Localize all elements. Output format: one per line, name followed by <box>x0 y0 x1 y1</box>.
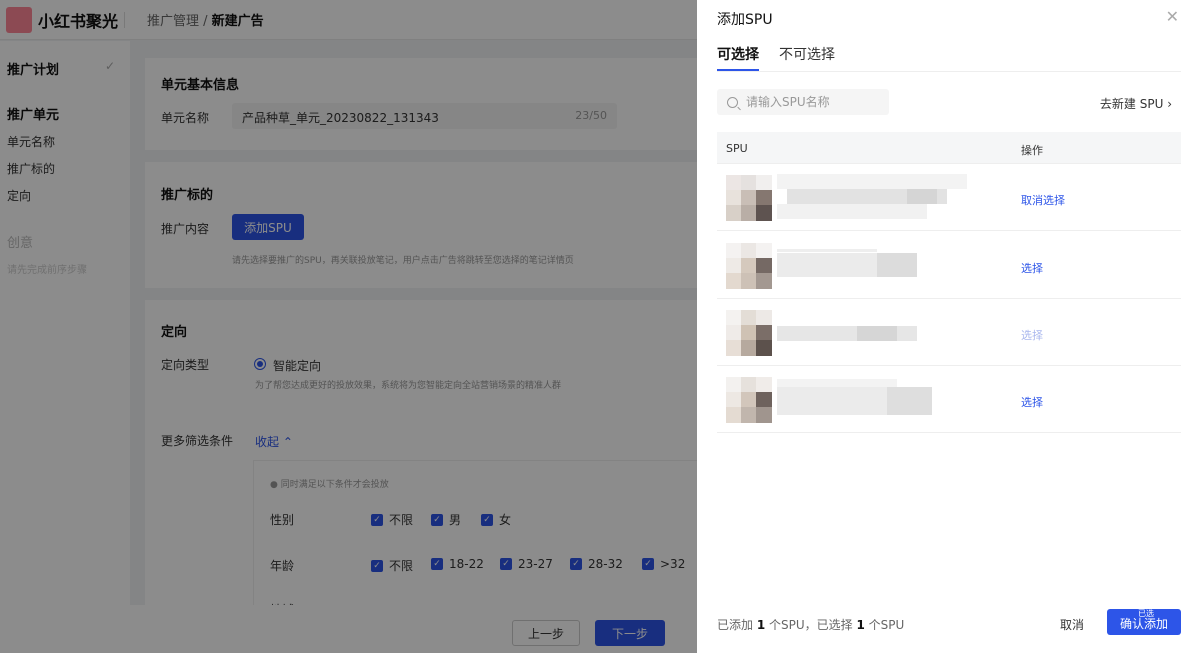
close-icon[interactable]: ✕ <box>1166 7 1179 26</box>
divider <box>717 71 1181 72</box>
add-spu-drawer: 添加SPU ✕ 可选择 不可选择 去新建 SPU › SPU 操作 取消选择 <box>697 0 1191 653</box>
selected-count: 1 <box>856 618 865 632</box>
product-thumbnail <box>726 310 772 356</box>
column-header-action: 操作 <box>1021 144 1043 157</box>
product-thumbnail <box>726 377 772 423</box>
modal-mask[interactable] <box>0 0 697 653</box>
column-header-spu: SPU <box>726 142 748 155</box>
row-action-button[interactable]: 取消选择 <box>1021 192 1065 208</box>
tab-unselectable[interactable]: 不可选择 <box>779 44 835 71</box>
row-action-button[interactable]: 选择 <box>1021 394 1043 410</box>
table-row: 取消选择 <box>717 164 1181 231</box>
search-icon <box>727 96 738 108</box>
summary-text: 个SPU <box>864 618 905 632</box>
create-spu-link[interactable]: 去新建 SPU › <box>1100 95 1172 112</box>
product-name-blurred <box>777 379 932 415</box>
table-header: SPU 操作 <box>717 132 1181 164</box>
table-row: 选择 <box>717 366 1181 433</box>
row-action-button: 选择 <box>1021 329 1043 342</box>
product-name-blurred <box>777 326 917 341</box>
cancel-button[interactable]: 取消 <box>1060 616 1084 633</box>
drawer-footer: 已添加 1 个SPU，已选择 1 个SPU 取消 已选 确认添加 <box>697 605 1191 653</box>
row-action-button[interactable]: 选择 <box>1021 260 1043 276</box>
drawer-title: 添加SPU <box>717 12 773 28</box>
product-thumbnail <box>726 175 772 221</box>
spu-search-box <box>717 89 889 115</box>
table-row: 选择 <box>717 232 1181 299</box>
product-thumbnail <box>726 243 772 289</box>
confirm-add-label: 确认添加 <box>1120 617 1169 631</box>
create-spu-label: 去新建 SPU <box>1099 97 1164 111</box>
selection-summary: 已添加 1 个SPU，已选择 1 个SPU <box>717 616 904 633</box>
chevron-right-icon: › <box>1167 97 1172 111</box>
table-row: 选择 <box>717 299 1181 366</box>
summary-text: 已添加 <box>717 618 757 632</box>
tab-selectable[interactable]: 可选择 <box>717 44 759 71</box>
added-count: 1 <box>756 618 766 632</box>
confirm-add-button[interactable]: 已选 确认添加 <box>1107 609 1181 635</box>
drawer-tabs: 可选择 不可选择 <box>717 44 855 71</box>
summary-text: 个SPU，已选择 <box>765 618 857 632</box>
product-name-blurred <box>777 249 917 277</box>
product-name-blurred <box>777 174 967 219</box>
spu-search-input[interactable] <box>746 95 886 109</box>
